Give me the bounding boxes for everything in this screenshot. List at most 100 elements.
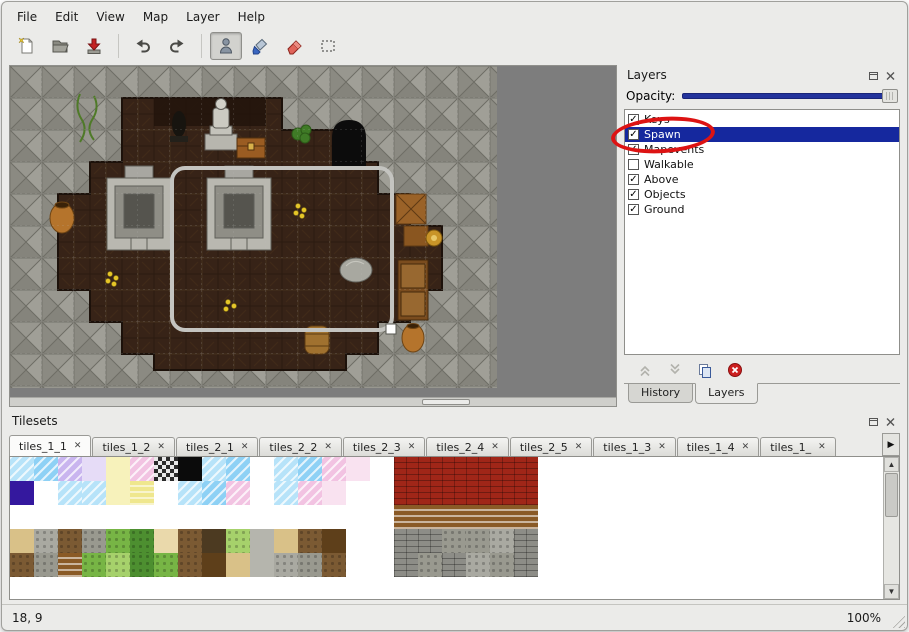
close-panel-button[interactable]: [883, 68, 897, 82]
tile[interactable]: [130, 505, 154, 529]
tile[interactable]: [202, 553, 226, 577]
tile[interactable]: [130, 457, 154, 481]
tile[interactable]: [154, 553, 178, 577]
tile[interactable]: [442, 553, 466, 577]
tile[interactable]: [298, 457, 322, 481]
tile[interactable]: [274, 505, 298, 529]
raise-layer-button[interactable]: [636, 361, 654, 379]
tile[interactable]: [442, 529, 466, 553]
tile[interactable]: [130, 553, 154, 577]
tile[interactable]: [82, 505, 106, 529]
map-hscroll-thumb[interactable]: [422, 399, 470, 405]
tile[interactable]: [514, 553, 538, 577]
tileset-tab-tiles_2_2[interactable]: tiles_2_2✕: [259, 437, 341, 456]
tile[interactable]: [178, 529, 202, 553]
tile[interactable]: [490, 481, 514, 505]
tileset-tab-tiles_2_5[interactable]: tiles_2_5✕: [510, 437, 592, 456]
tile[interactable]: [34, 505, 58, 529]
tile[interactable]: [226, 505, 250, 529]
tile[interactable]: [394, 481, 418, 505]
opacity-slider-handle[interactable]: [882, 89, 898, 103]
undo-button[interactable]: [127, 32, 159, 60]
opacity-slider[interactable]: [682, 88, 898, 104]
tile[interactable]: [106, 457, 130, 481]
tile[interactable]: [394, 553, 418, 577]
tile[interactable]: [106, 529, 130, 553]
tile[interactable]: [58, 457, 82, 481]
tile[interactable]: [34, 457, 58, 481]
new-file-button[interactable]: [10, 32, 42, 60]
resize-grip-icon[interactable]: [891, 614, 905, 628]
tile[interactable]: [274, 529, 298, 553]
tile[interactable]: [466, 457, 490, 481]
tile[interactable]: [490, 457, 514, 481]
tile[interactable]: [250, 553, 274, 577]
tile[interactable]: [154, 529, 178, 553]
tileset-tab-tiles_1_2[interactable]: tiles_1_2✕: [92, 437, 174, 456]
scrollbar-thumb[interactable]: [885, 473, 898, 517]
tile[interactable]: [274, 481, 298, 505]
tab-close-icon[interactable]: ✕: [324, 443, 332, 452]
tab-close-icon[interactable]: ✕: [658, 443, 666, 452]
tile[interactable]: [490, 553, 514, 577]
tile[interactable]: [178, 481, 202, 505]
scroll-down-button[interactable]: ▼: [884, 584, 899, 599]
layer-row-objects[interactable]: ✓Objects: [625, 187, 899, 202]
tile[interactable]: [274, 553, 298, 577]
tile[interactable]: [10, 457, 34, 481]
tab-close-icon[interactable]: ✕: [241, 443, 249, 452]
tile[interactable]: [106, 505, 130, 529]
delete-layer-button[interactable]: [726, 361, 744, 379]
tile[interactable]: [418, 505, 442, 529]
menu-view[interactable]: View: [87, 7, 133, 27]
tile[interactable]: [226, 529, 250, 553]
tile[interactable]: [106, 481, 130, 505]
tileset-vertical-scrollbar[interactable]: ▲ ▼: [883, 457, 899, 599]
tile[interactable]: [202, 505, 226, 529]
tileset-view[interactable]: ▲ ▼: [9, 456, 900, 600]
tile[interactable]: [10, 505, 34, 529]
tile[interactable]: [394, 529, 418, 553]
menu-file[interactable]: File: [8, 7, 46, 27]
select-tool-button[interactable]: [312, 32, 344, 60]
tile[interactable]: [82, 553, 106, 577]
tile[interactable]: [490, 529, 514, 553]
tile[interactable]: [202, 529, 226, 553]
tile[interactable]: [514, 529, 538, 553]
save-button[interactable]: [78, 32, 110, 60]
tileset-tab-tiles_2_3[interactable]: tiles_2_3✕: [343, 437, 425, 456]
tile[interactable]: [34, 553, 58, 577]
layer-row-above[interactable]: ✓Above: [625, 172, 899, 187]
tile[interactable]: [346, 481, 370, 505]
tile[interactable]: [154, 505, 178, 529]
duplicate-layer-button[interactable]: [696, 361, 714, 379]
tile[interactable]: [250, 529, 274, 553]
tile[interactable]: [130, 481, 154, 505]
tile[interactable]: [442, 457, 466, 481]
tab-close-icon[interactable]: ✕: [74, 442, 82, 451]
tile[interactable]: [418, 481, 442, 505]
close-panel-button[interactable]: [883, 414, 897, 428]
layer-visibility-checkbox[interactable]: [628, 159, 639, 170]
selection-resize-handle[interactable]: [386, 324, 396, 334]
stamp-tool-button[interactable]: [210, 32, 242, 60]
tile[interactable]: [34, 481, 58, 505]
scroll-up-button[interactable]: ▲: [884, 457, 899, 472]
tile[interactable]: [298, 481, 322, 505]
tile[interactable]: [514, 505, 538, 529]
tileset-tab-tiles_1_1[interactable]: tiles_1_1✕: [9, 435, 91, 456]
tile[interactable]: [346, 553, 370, 577]
tab-close-icon[interactable]: ✕: [157, 443, 165, 452]
tile[interactable]: [322, 529, 346, 553]
tile[interactable]: [346, 457, 370, 481]
tile[interactable]: [322, 457, 346, 481]
fill-tool-button[interactable]: [244, 32, 276, 60]
tile[interactable]: [154, 481, 178, 505]
tile[interactable]: [370, 457, 394, 481]
tile[interactable]: [10, 481, 34, 505]
menu-help[interactable]: Help: [229, 7, 274, 27]
tile[interactable]: [130, 529, 154, 553]
panel-tab-layers[interactable]: Layers: [695, 383, 757, 404]
tile[interactable]: [82, 529, 106, 553]
tile[interactable]: [226, 553, 250, 577]
